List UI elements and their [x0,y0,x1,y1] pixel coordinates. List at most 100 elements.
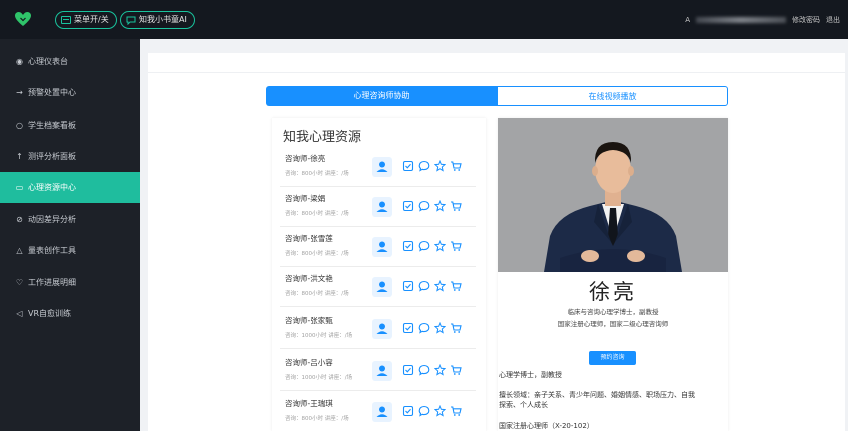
person-icon[interactable] [372,319,392,339]
sidebar-item-progress[interactable]: ♡ 工作进展明细 [0,267,140,298]
counselor-title-line1: 临床与咨询心理学博士，副教授 [567,308,659,316]
counselor-specialty: 擅长领域：亲子关系、青少年问题、婚姻情感、职场压力、自我 [499,391,695,399]
person-icon[interactable] [372,277,392,297]
user-icon: A [685,15,690,24]
counselor-row[interactable]: 咨询师-王瑞琪 咨询：800小时 讲座：/场 [280,393,476,431]
star-icon[interactable] [434,160,446,172]
comment-icon[interactable] [418,322,430,334]
counselor-row-meta: 咨询：800小时 讲座：/场 [285,291,349,297]
star-icon[interactable] [434,240,446,252]
logout-link[interactable]: 退出 [826,15,840,25]
star-icon[interactable] [434,200,446,212]
counselor-row-name: 咨询师-张雪莲 [285,234,333,243]
menu-toggle-button[interactable]: 菜单开/关 [55,11,117,29]
menu-icon [61,16,71,24]
user-name-redacted [696,16,786,23]
menu-toggle-label: 菜单开/关 [74,15,109,24]
check-square-icon[interactable] [402,240,414,252]
counselor-row[interactable]: 咨询师-梁娟 咨询：800小时 讲座：/场 [280,188,476,227]
counselor-row-meta: 咨询：800小时 讲座：/场 [285,416,349,422]
sidebar-item-dashboard[interactable]: ◉ 心理仪表台 [0,46,140,77]
counselor-row-name: 咨询师-张家甄 [285,316,333,325]
cart-icon[interactable] [450,280,462,292]
send-icon: ◁ [16,309,23,318]
check-square-icon[interactable] [402,200,414,212]
cart-icon[interactable] [450,200,462,212]
sidebar-item-assessment[interactable]: ↑ 测评分析面板 [0,141,140,172]
heart-logo-icon [15,12,31,26]
counselor-license: 国家注册心理师（X-20-102） [499,422,594,430]
screen-icon: ▭ [15,183,24,192]
sidebar-item-label: 学生档案看板 [28,121,76,130]
sidebar-item-analysis[interactable]: ⊘ 动因差异分析 [0,204,140,235]
arrow-right-icon: → [16,88,23,97]
counselor-degree: 心理学博士，副教授 [499,371,562,379]
cart-icon[interactable] [450,364,462,376]
check-square-icon[interactable] [402,322,414,334]
cart-icon[interactable] [450,240,462,252]
main-content [148,53,845,431]
star-icon[interactable] [434,364,446,376]
sidebar-item-scale-tool[interactable]: △ 量表创作工具 [0,235,140,266]
person-icon[interactable] [372,237,392,257]
sidebar-item-label: VR自愈训练 [28,309,72,318]
counselor-row-meta: 咨询：800小时 讲座：/场 [285,251,349,257]
check-square-icon[interactable] [402,280,414,292]
counselor-name: 徐亮 [589,280,637,304]
sidebar-item-label: 动因差异分析 [28,215,76,224]
counselor-row-name: 咨询师-徐亮 [285,154,326,163]
person-icon[interactable] [372,402,392,422]
check-square-icon[interactable] [402,160,414,172]
cart-icon[interactable] [450,322,462,334]
person-icon[interactable] [372,361,392,381]
star-icon[interactable] [434,405,446,417]
counselor-row[interactable]: 咨询师-张雪莲咨询：800小时 讲座：/场 [280,228,476,267]
sidebar-item-label: 工作进展明细 [28,278,76,287]
ai-assistant-label: 知我小书童AI [139,15,187,24]
star-icon[interactable] [434,280,446,292]
counselor-row-meta: 咨询：800小时 讲座：/场 [285,171,349,177]
tool-icon: △ [16,246,23,255]
sidebar-item-label: 心理仪表台 [28,57,68,66]
sidebar-item-vr-training[interactable]: ◁ VR自愈训练 [0,298,140,329]
counselor-row[interactable]: 咨询师-吕小容咨询：1000小时 讲座：/场 [280,352,476,391]
counselor-row-meta: 咨询：800小时 讲座：/场 [285,211,349,217]
star-icon[interactable] [434,322,446,334]
comment-icon[interactable] [418,364,430,376]
tab-online-video[interactable]: 在线视频播放 [497,86,728,106]
counselor-row-meta: 咨询：1000小时 讲座：/场 [285,375,353,381]
comment-icon[interactable] [418,160,430,172]
person-icon[interactable] [372,197,392,217]
counselor-specialty-cont: 探索、个人成长 [499,401,548,409]
arrow-up-icon: ↑ [16,152,23,161]
tab-counselor-assist[interactable]: 心理咨询师协助 [266,86,497,106]
counselor-photo [498,118,728,272]
cart-icon[interactable] [450,160,462,172]
counselor-row[interactable]: 咨询师-徐亮咨询：800小时 讲座：/场 [280,148,476,187]
circle-slash-icon: ⊘ [16,215,23,224]
counselor-row[interactable]: 咨询师-张家甄 咨询：1000小时 讲座：/场 [280,310,476,349]
counselor-title-line2: 国家注册心理师，国家二级心理咨询师 [557,320,669,328]
counselor-row[interactable]: 咨询师-洪文艳 咨询：800小时 讲座：/场 [280,268,476,307]
change-password-link[interactable]: 修改密码 [792,15,820,25]
sidebar-item-resources[interactable]: ▭ 心理资源中心 [0,172,140,203]
cart-icon[interactable] [450,405,462,417]
check-square-icon[interactable] [402,405,414,417]
sidebar-item-student-archive[interactable]: ○ 学生档案看板 [0,110,140,141]
comment-icon[interactable] [418,200,430,212]
counselor-row-name: 咨询师-吕小容 [285,358,333,367]
comment-icon[interactable] [418,280,430,292]
comment-icon[interactable] [418,405,430,417]
book-consultation-button[interactable]: 预约咨询 [589,351,636,365]
sidebar-item-label: 测评分析面板 [28,152,76,161]
check-square-icon[interactable] [402,364,414,376]
chat-icon [126,16,136,25]
sidebar-item-label: 心理资源中心 [28,183,76,192]
person-icon[interactable] [372,157,392,177]
content-header-strip [148,53,845,73]
sidebar-item-warning[interactable]: → 预警处置中心 [0,77,140,108]
comment-icon[interactable] [418,240,430,252]
circle-icon: ○ [16,121,23,130]
sidebar-item-label: 量表创作工具 [28,246,76,255]
ai-assistant-button[interactable]: 知我小书童AI [120,11,195,29]
